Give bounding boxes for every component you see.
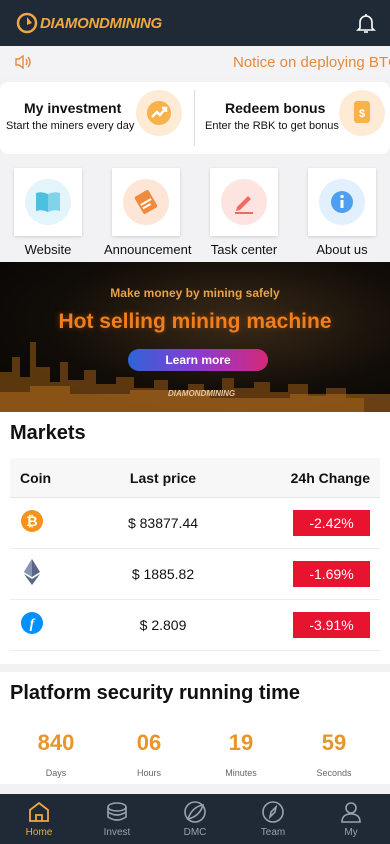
hours-stat: 06 Hours: [109, 730, 189, 778]
markets-section: Markets Coin Last price 24h Change ₿ $ 8…: [0, 412, 390, 664]
about-us-label: About us: [316, 242, 368, 257]
tab-my[interactable]: My: [312, 794, 390, 844]
bottom-tab-bar: Home Invest DMC Team My: [0, 794, 390, 844]
tab-team-label: Team: [260, 827, 286, 838]
days-value: 840: [37, 730, 75, 755]
my-investment-button[interactable]: My investment Start the miners every day: [0, 82, 195, 154]
logo[interactable]: DIAMONDMINING: [16, 12, 162, 34]
investment-card: My investment Start the miners every day…: [0, 82, 390, 154]
tab-invest-label: Invest: [103, 827, 131, 838]
pen-icon: [221, 179, 267, 225]
announcement-link[interactable]: Announcement: [104, 162, 192, 258]
diamond-logo-icon: [16, 12, 38, 34]
redeem-bonus-button[interactable]: Redeem bonus Enter the RBK to get bonus …: [195, 82, 390, 154]
coin-column-header: Coin: [20, 469, 52, 486]
notice-bar[interactable]: Notice on deploying BTC: [0, 46, 390, 78]
logo-text: DIAMONDMINING: [40, 14, 162, 32]
change-badge: -2.42%: [293, 510, 370, 536]
table-row[interactable]: $ 1885.82 -1.69%: [10, 549, 380, 600]
coins-icon: [107, 802, 127, 821]
minutes-value: 19: [228, 730, 254, 755]
tab-dmc[interactable]: DMC: [156, 794, 234, 844]
leaf-icon: [184, 801, 206, 823]
hours-label: Hours: [136, 768, 161, 778]
change-column-header: 24h Change: [290, 469, 370, 486]
tab-my-label: My: [344, 827, 358, 838]
svg-text:$: $: [359, 108, 365, 120]
chart-up-icon: [136, 90, 182, 136]
quick-links: Website Announcement Task center About u…: [0, 162, 390, 258]
top-bar: DIAMONDMINING: [0, 0, 390, 46]
megaphone-icon: [123, 179, 169, 225]
hours-value: 06: [136, 730, 162, 755]
svg-text:₿: ₿: [26, 513, 37, 529]
filecoin-icon: f: [21, 611, 43, 634]
price-column-header: Last price: [129, 469, 197, 486]
tab-home[interactable]: Home: [0, 794, 78, 844]
table-row[interactable]: ₿ $ 83877.44 -2.42%: [10, 498, 380, 549]
minutes-stat: 19 Minutes: [201, 730, 281, 778]
banner-tagline: Make money by mining safely: [110, 286, 280, 300]
days-stat: 840 Days: [16, 730, 96, 778]
ethereum-icon: [24, 558, 40, 585]
seconds-value: 59: [321, 730, 347, 755]
tab-home-label: Home: [25, 827, 53, 838]
notice-text: Notice on deploying BTC: [233, 54, 390, 71]
change-badge: -3.91%: [293, 612, 370, 638]
about-us-link[interactable]: About us: [300, 162, 384, 258]
learn-more-button[interactable]: Learn more: [128, 349, 268, 371]
seconds-stat: 59 Seconds: [294, 730, 374, 778]
minutes-label: Minutes: [225, 768, 257, 778]
tab-invest[interactable]: Invest: [78, 794, 156, 844]
user-icon: [341, 802, 361, 823]
tab-team[interactable]: Team: [234, 794, 312, 844]
info-icon: [319, 179, 365, 225]
markets-title: Markets: [10, 422, 86, 444]
banner-logo: DIAMONDMINING: [168, 389, 236, 398]
announcement-label: Announcement: [104, 242, 192, 257]
task-center-link[interactable]: Task center: [202, 162, 286, 258]
last-price: $ 2.809: [139, 617, 187, 633]
book-icon: [25, 179, 71, 225]
bell-icon[interactable]: [354, 11, 378, 35]
table-header: Coin Last price 24h Change: [10, 458, 380, 498]
promo-banner[interactable]: Make money by mining safely Hot selling …: [0, 262, 390, 412]
change-badge: -1.69%: [293, 561, 370, 587]
security-runtime-section: Platform security running time 840 Days …: [0, 672, 390, 784]
table-row[interactable]: f $ 2.809 -3.91%: [10, 600, 380, 651]
bitcoin-icon: ₿: [21, 509, 43, 532]
markets-table: Coin Last price 24h Change ₿ $ 83877.44 …: [10, 458, 380, 651]
speaker-icon: [15, 54, 31, 70]
seconds-label: Seconds: [316, 768, 352, 778]
home-icon: [29, 801, 49, 822]
last-price: $ 83877.44: [127, 515, 199, 531]
last-price: $ 1885.82: [131, 566, 195, 582]
website-link[interactable]: Website: [6, 162, 90, 258]
website-label: Website: [24, 242, 72, 257]
security-title: Platform security running time: [10, 682, 301, 704]
task-center-label: Task center: [210, 242, 278, 257]
days-label: Days: [45, 768, 67, 778]
tab-dmc-label: DMC: [183, 827, 207, 838]
coin-scroll-icon: $: [339, 90, 385, 136]
compass-icon: [262, 801, 284, 823]
banner-headline: Hot selling mining machine: [58, 310, 332, 333]
